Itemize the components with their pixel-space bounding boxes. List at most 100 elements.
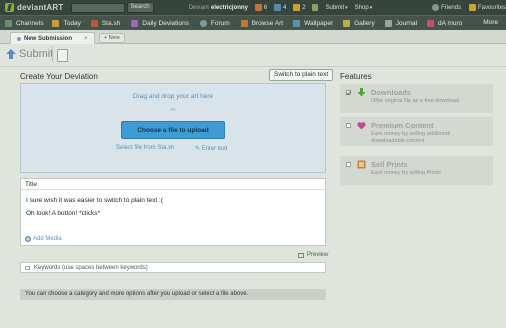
nav-item-label: Journal xyxy=(395,19,418,27)
nav-item-journal[interactable]: Journal xyxy=(384,19,418,27)
keywords-placeholder: Keywords (use spaces between keywords) xyxy=(34,265,148,271)
nav-item-browse-art[interactable]: Browse Art xyxy=(240,19,284,27)
feature-name: Premium Content xyxy=(371,121,434,130)
nav-item-forum[interactable]: Forum xyxy=(199,19,230,27)
forum-icon xyxy=(199,19,207,27)
new-tab-button[interactable]: + New xyxy=(99,33,125,43)
download-arrow-icon xyxy=(357,88,366,97)
chevron-down-icon[interactable]: ▾ xyxy=(370,5,373,11)
header-divider-line xyxy=(0,66,506,67)
feature-name: Downloads xyxy=(371,88,412,97)
deviant-label: Deviant xyxy=(188,4,209,11)
header-divider xyxy=(52,46,53,62)
feature-description: Earn money by selling Prints xyxy=(371,170,441,176)
editor-line: I sure wish it was easier to switch to p… xyxy=(26,197,163,204)
chevron-down-icon[interactable]: ▾ xyxy=(345,5,348,11)
nav-more-label: More xyxy=(483,19,498,26)
feature-downloads[interactable]: Downloads Offer original file as a free … xyxy=(340,84,493,113)
title-field[interactable]: Title xyxy=(21,179,325,190)
gallery-icon xyxy=(343,19,351,27)
nav-item-gallery[interactable]: Gallery xyxy=(343,19,375,27)
friends-icon xyxy=(432,4,440,11)
points-icon[interactable] xyxy=(311,4,319,11)
enter-text-label: Enter text xyxy=(201,146,228,152)
choose-file-button[interactable]: Choose a file to upload xyxy=(121,121,225,139)
watch-icon[interactable] xyxy=(293,4,301,11)
da-muro-icon xyxy=(427,19,435,27)
nav-item-label: Sta.sh xyxy=(101,19,121,27)
logo-text: deviant xyxy=(17,3,47,12)
search-input[interactable] xyxy=(71,2,125,13)
feature-premium-content[interactable]: Premium Content Earn money by selling ad… xyxy=(340,117,493,146)
nav-item-label: dA muro xyxy=(438,19,463,27)
add-media-link[interactable]: Add Media xyxy=(25,236,62,242)
browse-art-icon xyxy=(240,19,248,27)
preview-button[interactable]: Preview xyxy=(298,252,328,258)
sell-prints-checkbox[interactable] xyxy=(346,162,351,167)
select-from-stash-link[interactable]: Select file from Sta.sh xyxy=(116,145,174,151)
drag-drop-text: Drag and drop your art here xyxy=(132,93,214,100)
nav-item-label: Today xyxy=(63,19,81,27)
nav-item-daily-deviations[interactable]: Daily Deviations xyxy=(131,19,189,27)
nav-item-label: Wallpaper xyxy=(304,19,334,27)
upload-arrow-icon xyxy=(6,49,16,59)
submit-link[interactable]: Submit xyxy=(325,5,344,11)
downloads-checkbox[interactable] xyxy=(346,90,351,95)
editor-line: Oh look! A button! *clicks* xyxy=(26,210,101,217)
plus-icon xyxy=(25,236,31,242)
today-icon xyxy=(52,19,60,27)
upload-dropzone[interactable]: Drag and drop your art here or Choose a … xyxy=(20,83,326,173)
deviantart-logo-icon xyxy=(5,3,14,12)
submission-tab-icon xyxy=(17,36,21,41)
username-link[interactable]: electricjonny xyxy=(211,5,248,11)
features-title: Features xyxy=(340,72,372,81)
feature-sell-prints[interactable]: Sell Prints Earn money by selling Prints xyxy=(340,156,493,185)
keywords-input[interactable]: Keywords (use spaces between keywords) xyxy=(20,262,326,273)
nav-item-today[interactable]: Today xyxy=(52,19,81,27)
add-media-label: Add Media xyxy=(33,236,62,242)
pencil-icon: ✎ xyxy=(195,146,202,152)
feature-description: Offer original file as a free download xyxy=(371,98,459,104)
info-message: You can choose a category and more optio… xyxy=(20,289,326,300)
messages-count: 4 xyxy=(283,4,287,11)
deviantart-logo[interactable]: deviant ART xyxy=(5,3,63,12)
friends-link[interactable]: Friends xyxy=(441,5,461,11)
enter-text-link[interactable]: ✎ Enter text xyxy=(195,145,227,152)
preview-label: Preview xyxy=(307,252,329,258)
messages-icon[interactable] xyxy=(274,4,282,11)
nav-item-da-muro[interactable]: dA muro xyxy=(427,19,463,27)
switch-to-plain-text-button[interactable]: Switch to plain text xyxy=(269,69,334,81)
tab-new-submission[interactable]: New Submission × xyxy=(10,32,95,44)
feature-name: Sell Prints xyxy=(371,160,408,169)
premium-content-checkbox[interactable] xyxy=(346,123,351,128)
text-editor[interactable]: Title I sure wish it was easier to switc… xyxy=(20,178,326,246)
top-bar: deviant ART Search Deviant electricjonny … xyxy=(0,0,506,15)
tab-bar: New Submission × + New xyxy=(0,30,506,44)
search-button[interactable]: Search xyxy=(126,2,154,13)
notifications-icon[interactable] xyxy=(254,4,262,11)
submit-header: Submit xyxy=(0,44,506,66)
or-text: or xyxy=(170,107,176,113)
print-icon xyxy=(357,160,366,169)
premium-content-icon xyxy=(357,122,366,130)
notifications-count: 6 xyxy=(263,4,268,11)
close-icon[interactable]: × xyxy=(84,36,88,42)
daily-deviations-icon xyxy=(131,19,139,27)
nav-item-label: Browse Art xyxy=(251,19,284,27)
watch-count: 2 xyxy=(302,4,306,11)
nav-item-label: Gallery xyxy=(354,19,375,27)
nav-item-channels[interactable]: Channels xyxy=(5,19,43,27)
nav-item-stash[interactable]: Sta.sh xyxy=(90,19,121,27)
page-title: Submit xyxy=(19,48,54,60)
tab-label: New Submission xyxy=(24,35,73,42)
document-icon[interactable] xyxy=(57,49,68,62)
star-icon xyxy=(469,4,476,11)
channels-icon xyxy=(5,19,12,27)
stash-icon xyxy=(90,19,98,27)
nav-more-link[interactable]: More xyxy=(483,19,498,26)
preview-icon xyxy=(298,252,304,258)
nav-item-wallpaper[interactable]: Wallpaper xyxy=(293,19,334,27)
favourites-link[interactable]: Favourites xyxy=(478,5,506,11)
journal-icon xyxy=(384,19,392,27)
shop-link[interactable]: Shop xyxy=(355,5,369,11)
